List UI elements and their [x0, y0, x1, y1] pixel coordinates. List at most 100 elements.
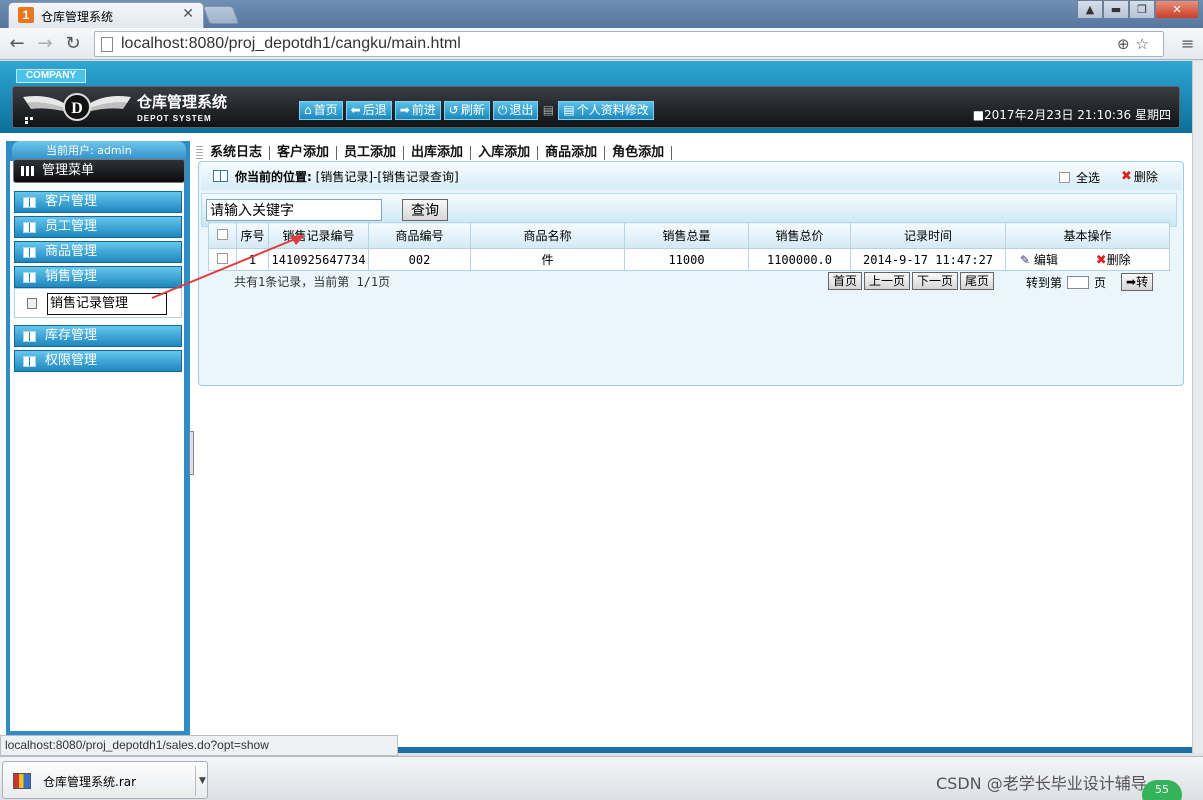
address-url[interactable]: localhost:8080/proj_depotdh1/cangku/main…	[121, 35, 461, 53]
menu-title: 管理菜单	[13, 159, 185, 183]
sidebar-splitter-handle[interactable]	[189, 431, 194, 475]
header-bar: D 仓库管理系统 DEPOT SYSTEM ⌂ 首页 ⬅ 后退 ➡ 前进 ↺ 刷新 ⏻ 退…	[12, 86, 1180, 128]
nav-refresh-button[interactable]: ↺ 刷新	[443, 101, 490, 120]
sidebar-item-employees[interactable]: 员工管理	[14, 216, 182, 238]
quicklink-system-log[interactable]: 系统日志	[203, 146, 271, 160]
sidebar-subitem-sales-records[interactable]: 销售记录管理	[14, 288, 182, 318]
search-button[interactable]: 查询	[402, 199, 448, 221]
cell-time: 2014-9-17 11:47:27	[850, 248, 1006, 271]
profile-icon: ▤	[563, 103, 575, 117]
column-header: 序号	[236, 222, 269, 249]
sidebar-item-customers[interactable]: 客户管理	[14, 191, 182, 213]
address-bar[interactable]: localhost:8080/proj_depotdh1/cangku/main…	[94, 31, 1164, 57]
watermark: CSDN @老学长毕业设计辅导	[936, 774, 1147, 793]
pagination-buttons: 首页 上一页 下一页 尾页	[828, 272, 995, 290]
breadcrumb: 你当前的位置: [销售记录]-[销售记录查询]	[235, 168, 459, 185]
home-icon: ⌂	[304, 103, 312, 117]
bulk-delete-button[interactable]: ✖ 删除	[1121, 168, 1158, 185]
browser-tab[interactable]: 1 仓库管理系统 ✕	[8, 2, 204, 28]
record-count-info: 共有1条记录，当前第 1/1页	[234, 275, 391, 289]
nav-back-button[interactable]: ⬅ 后退	[345, 101, 392, 120]
app-subtitle: DEPOT SYSTEM	[137, 114, 212, 123]
cell-operations: ✎ 编辑 ✖删除	[1005, 248, 1170, 271]
column-header: 基本操作	[1005, 222, 1170, 249]
back-arrow-icon[interactable]: ←	[6, 33, 28, 54]
sidebar-item-products[interactable]: 商品管理	[14, 241, 182, 263]
menu-grid-icon	[21, 166, 35, 176]
notification-badge: 55	[1142, 780, 1182, 800]
nav-refresh-label: 刷新	[460, 103, 485, 117]
quicklink-add-product[interactable]: 商品添加	[538, 146, 606, 160]
nav-separator-icon: ▤	[542, 103, 555, 117]
nav-forward-label: 前进	[411, 103, 436, 117]
tab-close-icon[interactable]: ✕	[182, 6, 194, 22]
sales-table-wrap: 序号 销售记录编号 商品编号 商品名称 销售总量 销售总价 记录时间 基本操作 …	[208, 222, 1170, 271]
download-item[interactable]: 仓库管理系统.rar ▼	[2, 761, 208, 799]
quicklink-add-inbound[interactable]: 入库添加	[471, 146, 539, 160]
last-page-button[interactable]: 尾页	[960, 272, 995, 290]
window-minimize-button[interactable]: ▬	[1103, 0, 1129, 19]
select-all-label: 全选	[1076, 171, 1101, 185]
go-button[interactable]: ➡转	[1121, 273, 1154, 291]
column-header: 商品编号	[368, 222, 471, 249]
quicklink-add-customer[interactable]: 客户添加	[270, 146, 338, 160]
nav-forward-button[interactable]: ➡ 前进	[394, 101, 441, 120]
browser-menu-icon[interactable]: ≡	[1181, 34, 1197, 53]
prev-page-button[interactable]: 上一页	[864, 272, 911, 290]
power-icon: ⏻	[497, 103, 508, 117]
column-header: 记录时间	[850, 222, 1006, 249]
row-checkbox-cell	[208, 248, 237, 271]
sidebar-item-permissions[interactable]: 权限管理	[14, 350, 182, 372]
sidebar-item-inventory[interactable]: 库存管理	[14, 325, 182, 347]
forward-arrow-icon[interactable]: →	[34, 33, 56, 54]
gripper-icon	[196, 146, 203, 160]
sidebar-item-label: 员工管理	[45, 219, 98, 234]
book-icon	[23, 356, 36, 367]
goto-label: 转到第	[1026, 275, 1063, 290]
row-edit-link[interactable]: 编辑	[1034, 253, 1058, 267]
row-checkbox[interactable]	[217, 252, 228, 264]
window-restore-button[interactable]: ❐	[1129, 0, 1155, 19]
keyword-search-input[interactable]	[206, 199, 382, 221]
goto-page: 转到第 页 ➡转	[1026, 273, 1154, 291]
sidebar-item-label: 权限管理	[45, 353, 98, 368]
page-number-input[interactable]	[1067, 275, 1090, 289]
nav-back-label: 后退	[362, 103, 387, 117]
zoom-icon[interactable]: ⊕☆	[1117, 35, 1155, 53]
select-all-checkbox[interactable]	[1059, 172, 1070, 183]
reload-icon[interactable]: ↻	[62, 33, 84, 54]
quicklink-add-role[interactable]: 角色添加	[605, 146, 673, 160]
delete-icon: ✖	[1121, 169, 1132, 184]
tab-title: 仓库管理系统	[41, 10, 114, 24]
profile-edit-label: 个人资料修改	[576, 103, 649, 117]
quicklink-add-employee[interactable]: 员工添加	[337, 146, 405, 160]
cell-record-id: 1410925647734	[268, 248, 369, 271]
sidebar-item-label: 销售管理	[45, 269, 98, 284]
sidebar-subitem-label[interactable]: 销售记录管理	[47, 293, 167, 315]
nav-logout-button[interactable]: ⏻ 退出	[492, 101, 539, 120]
browser-toolbar: ← → ↻ localhost:8080/proj_depotdh1/cangk…	[0, 28, 1203, 60]
delete-icon[interactable]: ✖	[1096, 253, 1107, 268]
new-tab-button[interactable]	[202, 6, 240, 24]
download-filename: 仓库管理系统.rar	[43, 775, 137, 789]
browser-tab-bar: 1 仓库管理系统 ✕ ▲ ▬ ❐ ✕	[0, 0, 1203, 28]
nav-home-button[interactable]: ⌂ 首页	[299, 101, 343, 120]
chevron-down-icon[interactable]: ▼	[195, 766, 209, 796]
select-all[interactable]: 全选	[1059, 169, 1100, 186]
first-page-button[interactable]: 首页	[828, 272, 863, 290]
next-page-button[interactable]: 下一页	[912, 272, 959, 290]
column-header: 商品名称	[470, 222, 625, 249]
row-delete-link[interactable]: 删除	[1107, 253, 1131, 267]
sidebar-item-sales[interactable]: 销售管理	[14, 266, 182, 288]
profile-edit-button[interactable]: ▤ 个人资料修改	[558, 101, 654, 120]
pencil-icon[interactable]: ✎	[1020, 253, 1030, 267]
menu-title-label: 管理菜单	[42, 163, 95, 178]
quicklink-add-outbound[interactable]: 出库添加	[404, 146, 472, 160]
window-close-button[interactable]: ✕	[1155, 0, 1199, 19]
book-icon	[23, 222, 36, 233]
header-checkbox[interactable]	[217, 228, 228, 240]
column-header: 销售总价	[748, 222, 851, 249]
window-user-button[interactable]: ▲	[1077, 0, 1103, 19]
archive-icon	[13, 773, 31, 789]
vertical-scrollbar[interactable]	[1192, 61, 1203, 753]
